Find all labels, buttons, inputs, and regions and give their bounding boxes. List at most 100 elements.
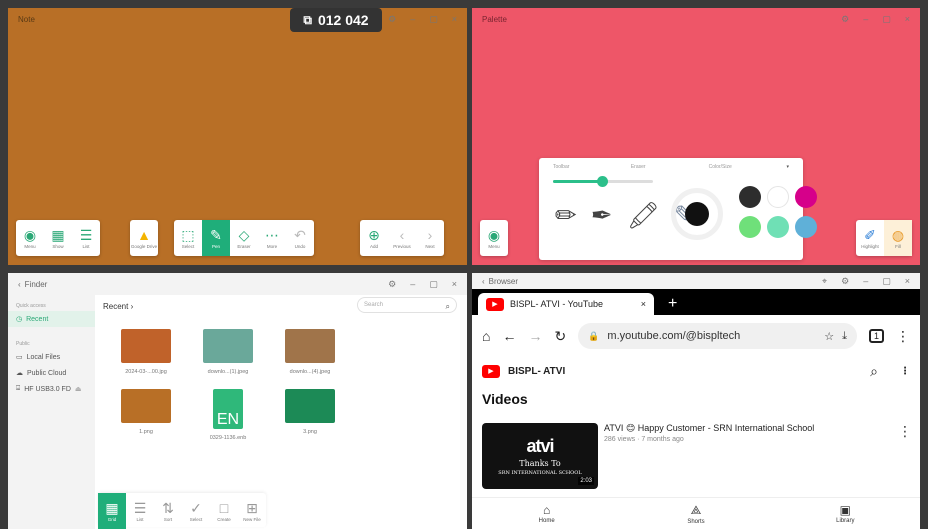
pen-tool-button[interactable]: ✎ Pen	[202, 220, 230, 256]
select-tool-button[interactable]: ⬚ Select	[174, 220, 202, 256]
maximize-icon[interactable]: ▢	[429, 14, 438, 25]
file-item[interactable]: EN 0329-1136.enb	[189, 389, 267, 441]
maximize-icon[interactable]: ▢	[882, 14, 891, 25]
palette-window[interactable]: Palette ⚙ – ▢ × ◉ Menu Toolbar Eraser Co…	[472, 8, 920, 265]
close-icon[interactable]: ×	[905, 276, 910, 287]
chevron-down-icon[interactable]: ▾	[786, 164, 789, 170]
settings-icon[interactable]: ⚙	[388, 14, 396, 25]
create-folder-button[interactable]: □ Create	[210, 493, 238, 529]
select-all-button[interactable]: ✓ Select	[182, 493, 210, 529]
color-swatch[interactable]	[767, 186, 789, 208]
file-item[interactable]: downlo...(4).jpeg	[271, 329, 349, 375]
palette-menu-button[interactable]: ◉ Menu	[480, 220, 508, 256]
new-tab-button[interactable]: +	[668, 295, 677, 313]
more-tool-button[interactable]: ⋯ More	[258, 220, 286, 256]
file-item[interactable]: downlo...(1).jpeg	[189, 329, 267, 375]
minimize-icon[interactable]: –	[863, 14, 868, 25]
fill-button[interactable]: ◍ Fill	[884, 220, 912, 256]
browser-titlebar[interactable]: ‹ Browser ⌖ ⚙ – ▢ ×	[472, 273, 920, 289]
highlighter-button[interactable]: ✐ Highlight	[856, 220, 884, 256]
back-icon[interactable]: ‹	[18, 280, 21, 289]
close-icon[interactable]: ×	[452, 279, 457, 290]
minimize-icon[interactable]: –	[410, 279, 415, 290]
eject-icon[interactable]: ⏏	[75, 385, 82, 393]
fountain-pen-icon[interactable]: ✒	[591, 200, 613, 231]
google-drive-button[interactable]: ▲ Google Drive	[130, 220, 158, 256]
settings-icon[interactable]: ⚙	[388, 279, 396, 290]
file-item[interactable]: 3.png	[271, 389, 349, 441]
pencil-icon[interactable]: ✏	[555, 200, 577, 231]
list-view-button[interactable]: ☰ List	[126, 493, 154, 529]
back-icon[interactable]: ‹	[482, 277, 485, 286]
maximize-icon[interactable]: ▢	[429, 279, 438, 290]
reload-icon[interactable]: ↻	[554, 328, 566, 345]
close-icon[interactable]: ×	[905, 14, 910, 25]
file-item[interactable]: 1.png	[107, 389, 185, 441]
finder-window[interactable]: ‹ Finder ⚙ – ▢ × Quick access ◷ Recent P…	[8, 273, 467, 529]
video-title[interactable]: ATVI 😊 Happy Customer - SRN Internationa…	[604, 423, 892, 434]
nav-label: Shorts	[687, 518, 705, 525]
tab-count-button[interactable]: 1	[868, 329, 884, 343]
slider-knob[interactable]	[597, 176, 608, 187]
settings-icon[interactable]: ⚙	[841, 276, 849, 287]
minimize-icon[interactable]: –	[863, 276, 868, 287]
note-show-button[interactable]: ▦ Show	[44, 220, 72, 256]
next-page-button[interactable]: › Next	[416, 220, 444, 256]
nav-shorts[interactable]: ⟁ Shorts	[621, 498, 770, 529]
color-swatch[interactable]	[739, 216, 761, 238]
panel-header-toolbar: Toolbar	[553, 164, 570, 170]
minimize-icon[interactable]: –	[410, 14, 415, 25]
video-menu-icon[interactable]: ⋮	[898, 423, 912, 491]
bookmark-star-icon[interactable]: ☆	[824, 330, 834, 343]
note-window[interactable]: Note ⚙ – ▢ × ◉ Menu ▦ Show ☰ List ▲ Goog…	[8, 8, 467, 265]
nav-library[interactable]: ▣ Library	[771, 498, 920, 529]
pin-icon[interactable]: ⌖	[822, 276, 827, 287]
sort-button[interactable]: ⇅ Sort	[154, 493, 182, 529]
color-swatch[interactable]	[739, 186, 761, 208]
kebab-menu-icon[interactable]: ⋮	[896, 328, 910, 345]
back-arrow-icon[interactable]: ←	[502, 328, 516, 344]
more-options-icon[interactable]: ⋮	[900, 366, 910, 377]
finder-search-input[interactable]: Search ⌕	[357, 297, 457, 313]
palette-titlebar[interactable]: Palette ⚙ – ▢ ×	[472, 8, 920, 30]
note-list-button[interactable]: ☰ List	[72, 220, 100, 256]
tab-youtube[interactable]: ▶ BISPL- ATVI - YouTube ×	[478, 293, 654, 315]
eraser-tool-button[interactable]: ◇ Eraser	[230, 220, 258, 256]
screen-counter[interactable]: ⧉ 012 042	[290, 8, 382, 32]
youtube-logo-icon[interactable]: ▶	[482, 364, 500, 378]
tool-label: Sort	[163, 516, 173, 522]
note-titlebar[interactable]: Note ⚙ – ▢ ×	[8, 8, 467, 30]
settings-icon[interactable]: ⚙	[841, 14, 849, 25]
sidebar-item-public-cloud[interactable]: ☁ Public Cloud	[8, 365, 95, 381]
sidebar-item-usb[interactable]: ⌹ HF USB3.0 FD ⏏	[8, 381, 95, 397]
home-icon[interactable]: ⌂	[482, 328, 490, 344]
sidebar-item-recent[interactable]: ◷ Recent	[8, 311, 95, 327]
new-file-button[interactable]: ⊞ New File	[238, 493, 266, 529]
list-icon: ☰	[79, 226, 93, 243]
download-icon[interactable]: ⤓	[842, 330, 847, 343]
search-icon[interactable]: ⌕	[870, 363, 878, 380]
marker-icon[interactable]: 🖍	[627, 200, 660, 231]
palette-menu-toolbar: ◉ Menu	[480, 220, 508, 256]
maximize-icon[interactable]: ▢	[882, 276, 891, 287]
url-field[interactable]: 🔒 m.youtube.com/@bispltech ☆ ⤓	[578, 323, 857, 349]
close-tab-icon[interactable]: ×	[641, 299, 646, 309]
color-swatch[interactable]	[795, 216, 817, 238]
browser-window[interactable]: ‹ Browser ⌖ ⚙ – ▢ × ▶ BISPL- ATVI - YouT…	[472, 273, 920, 529]
grid-view-button[interactable]: ▦ Grid	[98, 493, 126, 529]
color-swatch[interactable]	[795, 186, 817, 208]
video-item[interactable]: atvi Thanks To SRN INTERNATIONAL SCHOOL …	[482, 423, 912, 491]
undo-button[interactable]: ↶ Undo	[286, 220, 314, 256]
finder-titlebar[interactable]: ‹ Finder ⚙ – ▢ ×	[8, 273, 467, 295]
forward-arrow-icon[interactable]: →	[528, 328, 542, 344]
file-item[interactable]: 2024-03-...00.jpg	[107, 329, 185, 375]
previous-page-button[interactable]: ‹ Previous	[388, 220, 416, 256]
video-thumbnail[interactable]: atvi Thanks To SRN INTERNATIONAL SCHOOL …	[482, 423, 598, 489]
sidebar-item-local-files[interactable]: ▭ Local Files	[8, 349, 95, 365]
add-page-button[interactable]: ⊕ Add	[360, 220, 388, 256]
close-icon[interactable]: ×	[452, 14, 457, 25]
note-menu-button[interactable]: ◉ Menu	[16, 220, 44, 256]
pen-size-slider[interactable]	[553, 176, 653, 187]
nav-home[interactable]: ⌂ Home	[472, 498, 621, 529]
color-swatch[interactable]	[767, 216, 789, 238]
